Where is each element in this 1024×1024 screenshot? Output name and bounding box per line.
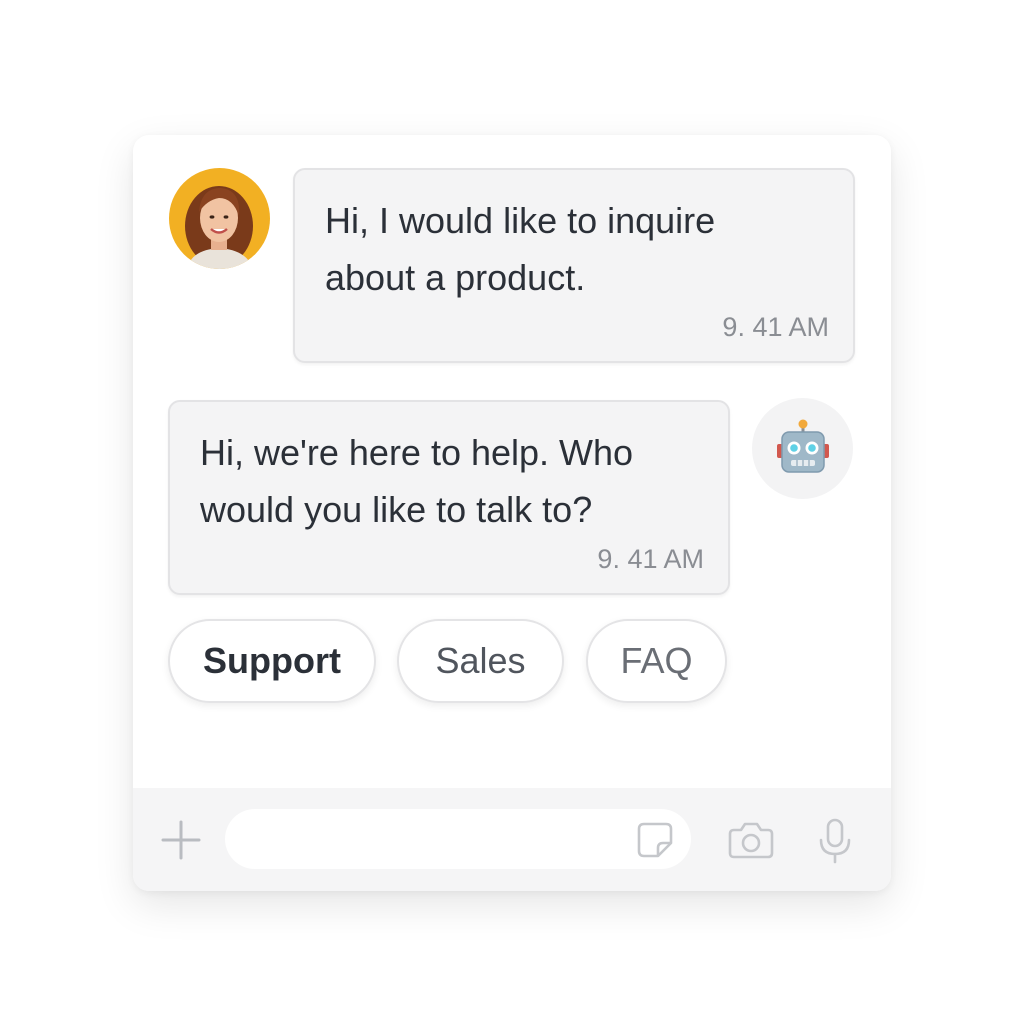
message-text: Hi, we're here to help. Who would you li… — [200, 424, 704, 538]
message-line: about a product. — [325, 257, 586, 298]
message-line: Hi, we're here to help. Who — [200, 432, 634, 473]
chat-window: Hi, I would like to inquire about a prod… — [133, 135, 891, 891]
message-text: Hi, I would like to inquire about a prod… — [325, 192, 829, 306]
sticker-icon[interactable] — [636, 821, 674, 859]
message-line: would you like to talk to? — [200, 489, 593, 530]
robot-icon — [777, 419, 829, 473]
bot-message-bubble: Hi, we're here to help. Who would you li… — [168, 400, 730, 595]
quick-reply-sales[interactable]: Sales — [397, 619, 564, 703]
microphone-icon[interactable] — [817, 818, 853, 864]
plus-icon[interactable] — [161, 820, 201, 860]
message-timestamp: 9. 41 AM — [722, 312, 829, 342]
user-message-bubble: Hi, I would like to inquire about a prod… — [293, 168, 855, 363]
message-input[interactable] — [225, 809, 691, 869]
user-avatar — [169, 168, 270, 269]
message-line: Hi, I would like to inquire — [325, 200, 716, 241]
bot-avatar — [752, 398, 853, 499]
quick-reply-faq[interactable]: FAQ — [586, 619, 727, 703]
quick-reply-support[interactable]: Support — [168, 619, 376, 703]
message-timestamp: 9. 41 AM — [597, 544, 704, 574]
camera-icon[interactable] — [728, 821, 774, 859]
message-composer — [133, 788, 891, 891]
